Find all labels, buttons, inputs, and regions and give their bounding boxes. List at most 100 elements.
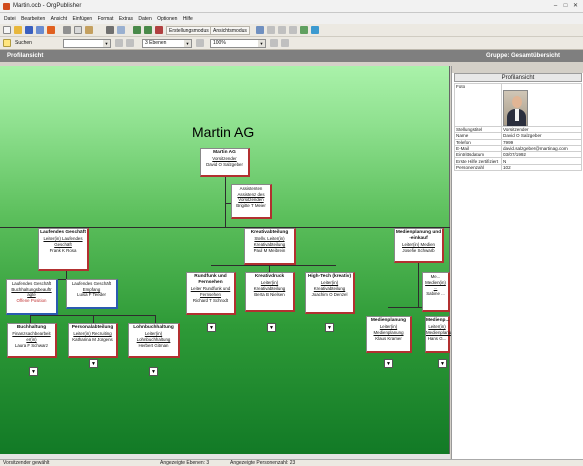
org-box-medien[interactable]: Medienplanung und -einkauf Leiter(in) Me…: [394, 228, 444, 263]
help-icon[interactable]: [311, 26, 319, 34]
copy-icon[interactable]: [74, 26, 82, 34]
photo-face: [512, 96, 522, 108]
save-icon[interactable]: [25, 26, 33, 34]
app-icon: [3, 3, 10, 10]
box-title: Laufendes Geschäft: [11, 281, 52, 286]
box-person: Joachim O Denzel: [311, 291, 348, 297]
insert-assistant-icon[interactable]: [144, 26, 152, 34]
field-select[interactable]: ▼: [63, 39, 111, 48]
print-icon[interactable]: [106, 26, 114, 34]
org-box-buchhaltung[interactable]: Buchhaltung Finanzsachbearbeit er(in) La…: [7, 323, 57, 358]
box-person: Brigitte T Meier: [236, 203, 266, 209]
expand-arrow-icon[interactable]: ▼: [89, 359, 98, 368]
profile-row: Personenzahl 102: [454, 163, 582, 172]
menu-hilfe[interactable]: Hilfe: [183, 16, 193, 22]
menu-format[interactable]: Format: [98, 16, 114, 22]
org-box-lg1[interactable]: Laufendes Geschäft Buchhaltungsbeauftr a…: [6, 279, 58, 315]
levels-select[interactable]: 3 Ebenen ▼: [142, 39, 192, 48]
box-title: Rundfunk und Fernsehen: [194, 274, 227, 286]
menu-bearbeiten[interactable]: Bearbeiten: [21, 16, 45, 22]
tab-profile-view[interactable]: Profilansicht: [7, 53, 43, 59]
create-mode-button[interactable]: Erstellungsmodus: [166, 26, 212, 35]
org-box-lohn[interactable]: Lohnbuchhaltung Leiter(in) Lohnbuchhaltu…: [128, 323, 180, 358]
box-person: Laura F Schwarz: [14, 342, 49, 348]
fit-page-icon[interactable]: [281, 39, 289, 47]
box-role: Medien(in) ...: [425, 279, 446, 291]
expand-arrow-icon[interactable]: ▼: [384, 359, 393, 368]
profile-title: Profilansicht: [454, 73, 582, 82]
menu-optionen[interactable]: Optionen: [157, 16, 177, 22]
view-tab-bar: Profilansicht Gruppe: Gesamtübersicht: [0, 50, 583, 62]
zoom-out-icon[interactable]: [270, 39, 278, 47]
box-title: Laufendes Geschäft: [71, 281, 112, 286]
box-role: Leiter(in) Medienplanung: [426, 324, 457, 335]
arrange-icon[interactable]: [289, 26, 297, 34]
view-mode-button[interactable]: Ansichtsmodus: [210, 26, 250, 35]
menu-daten[interactable]: Daten: [138, 16, 151, 22]
expand-arrow-icon[interactable]: ▼: [438, 359, 447, 368]
new-file-icon[interactable]: [3, 26, 11, 34]
box-person: Klaus Kramer: [375, 335, 402, 341]
org-box-lg2[interactable]: Laufendes Geschäft Empfang Luisa F Teede…: [66, 279, 118, 309]
menu-bar: Datei Bearbeiten Ansicht Einfügen Format…: [0, 13, 583, 24]
align-icon[interactable]: [278, 26, 286, 34]
org-box-ceo[interactable]: Martin AG Vorsitzender David O Salzgeber: [200, 148, 250, 177]
box-role: Buchhaltungsbeauftr agte: [11, 286, 52, 298]
search-button[interactable]: Suchen: [13, 39, 34, 48]
org-box-medien4[interactable]: Me... Medien(in) ... Sabine ...: [422, 272, 450, 312]
export-icon[interactable]: [47, 26, 55, 34]
layout-icon[interactable]: [267, 26, 275, 34]
text-size-icon[interactable]: [126, 39, 134, 47]
org-box-medien3[interactable]: Medienp... Leiter(in) Medienplanung Hans…: [425, 316, 457, 353]
print-preview-icon[interactable]: [117, 26, 125, 34]
org-box-laufendes[interactable]: Laufendes Geschäft Leiter(in) Laufendes …: [38, 228, 89, 271]
profile-label: Personenzahl: [454, 163, 502, 172]
grid-icon[interactable]: [300, 26, 308, 34]
menu-ansicht[interactable]: Ansicht: [51, 16, 67, 22]
connector: [225, 177, 226, 227]
expand-arrow-icon[interactable]: ▼: [325, 323, 334, 332]
insert-box-icon[interactable]: [133, 26, 141, 34]
zoom-in-icon[interactable]: [196, 39, 204, 47]
open-folder-icon[interactable]: [14, 26, 22, 34]
box-role: Finanzsachbearbeit er(in): [12, 331, 51, 342]
org-box-rundfunk[interactable]: Rundfunk und Fernsehen Leiter Rundfunk u…: [186, 272, 236, 315]
box-person: Josefie Schwarb: [402, 248, 435, 254]
org-box-assistant[interactable]: Assistenten Assistenz des Vorsitzenden B…: [231, 184, 272, 219]
org-box-kreativdruck[interactable]: Kreativdruck Leiter(in) Kreativabteilung…: [245, 272, 295, 312]
main-toolbar: Erstellungsmodus Ansichtsmodus: [0, 24, 583, 37]
box-role: Leiter(in) Laufendes Geschäft: [43, 236, 83, 247]
expand-arrow-icon[interactable]: ▼: [207, 323, 216, 332]
box-role: Leiter(in) Kreativabteilung: [253, 280, 286, 291]
box-person: Herbert Gitman: [138, 342, 169, 348]
close-icon[interactable]: ✕: [571, 3, 580, 10]
minimize-icon[interactable]: –: [551, 3, 560, 10]
connector: [211, 265, 336, 266]
link-icon[interactable]: [256, 26, 264, 34]
menu-extras[interactable]: Extras: [119, 16, 133, 22]
org-box-hightech[interactable]: High-Tech (kreativ) Leiter(in) Kreativab…: [305, 272, 355, 314]
expand-arrow-icon[interactable]: ▼: [149, 367, 158, 376]
org-box-medien2[interactable]: Medienplanung Leiter(in) Medienplanung K…: [366, 316, 412, 353]
search-icon[interactable]: [3, 39, 11, 47]
expand-arrow-icon[interactable]: ▼: [267, 323, 276, 332]
box-person: Luisa F Teeder: [77, 292, 106, 298]
zoom-select[interactable]: 100% ▼: [210, 39, 266, 48]
paste-icon[interactable]: [85, 26, 93, 34]
maximize-icon[interactable]: □: [561, 3, 570, 10]
delete-box-icon[interactable]: [155, 26, 163, 34]
connector: [155, 315, 156, 323]
text-icon[interactable]: [115, 39, 123, 47]
group-label: Gruppe: Gesamtübersicht: [486, 53, 561, 59]
org-box-kreativ[interactable]: Kreativabteilung Stellv. Leiter(in) Krea…: [244, 228, 296, 265]
cut-icon[interactable]: [63, 26, 71, 34]
box-person: Paul M Meibrein: [253, 247, 286, 253]
expand-arrow-icon[interactable]: ▼: [29, 367, 38, 376]
box-role: Stellv. Leiter(in) Kreativabteilung: [253, 236, 286, 247]
menu-datei[interactable]: Datei: [4, 16, 16, 22]
photo-shirt: [515, 109, 519, 121]
menu-einfuegen[interactable]: Einfügen: [72, 16, 92, 22]
profile-label: Erste Hilfe zertifiziert: [454, 157, 502, 165]
org-box-personal[interactable]: Personalabteilung Leiter(in) Recruiting …: [68, 323, 118, 358]
publish-icon[interactable]: [36, 26, 44, 34]
